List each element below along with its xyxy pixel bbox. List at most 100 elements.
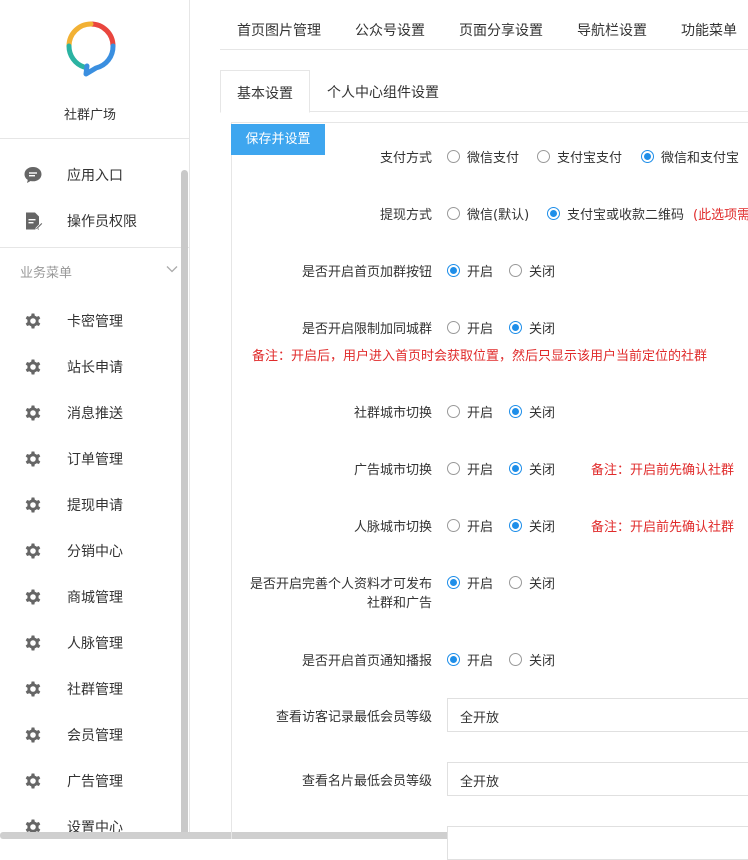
sidebar-item[interactable]: 广告管理 (0, 759, 180, 803)
label-city_limit: 是否开启限制加同城群 (301, 322, 432, 337)
radio-dot[interactable] (509, 264, 522, 277)
sidebar-item[interactable]: 卡密管理 (0, 299, 180, 343)
radio-home_notice-1[interactable]: 关闭 (509, 650, 555, 669)
radio-ad_city-1[interactable]: 关闭 (509, 459, 555, 478)
sidebar-item-label: 社群管理 (67, 682, 123, 698)
radio-pay-1[interactable]: 支付宝支付 (537, 147, 622, 166)
label-profile-required-2: 社群和广告 (366, 596, 432, 611)
radio-label: 开启 (467, 520, 494, 535)
sidebar-item-label: 订单管理 (67, 452, 123, 468)
radio-label: 关闭 (529, 577, 556, 592)
label-withdraw: 提现方式 (379, 208, 432, 223)
sidebar-item-operator-permission[interactable]: 操作员权限 (0, 199, 180, 243)
radio-label: 开启 (467, 406, 494, 421)
save-button[interactable]: 保存并设置 (231, 124, 325, 155)
radio-dot[interactable] (509, 405, 522, 418)
sidebar-item[interactable]: 会员管理 (0, 713, 180, 757)
tab-personal-center[interactable]: 个人中心组件设置 (311, 70, 455, 112)
radio-label: 开启 (467, 463, 494, 478)
radio-dot[interactable] (447, 653, 460, 666)
sidebar-item-app-entry[interactable]: 应用入口 (0, 153, 180, 197)
sidebar-item[interactable]: 商城管理 (0, 575, 180, 619)
select-card_level[interactable]: 全开放 (447, 762, 748, 796)
sidebar-item[interactable]: 提现申请 (0, 483, 180, 527)
sidebar-item[interactable]: 站长申请 (0, 345, 180, 389)
radio-dot[interactable] (447, 519, 460, 532)
radio-ad_city-0[interactable]: 开启 (447, 459, 493, 478)
nav-home-images[interactable]: 首页图片管理 (220, 10, 338, 50)
select-visitor_level[interactable]: 全开放 (447, 698, 748, 732)
radio-contact_city-1[interactable]: 关闭 (509, 516, 555, 535)
group-title: 业务菜单 (20, 266, 73, 281)
radio-dot[interactable] (547, 207, 560, 220)
sidebar-item-label: 消息推送 (67, 406, 123, 422)
vertical-scrollbar[interactable] (181, 170, 188, 839)
radio-pay-0[interactable]: 微信支付 (447, 147, 519, 166)
tab-basic-settings[interactable]: 基本设置 (220, 70, 310, 113)
radio-dot[interactable] (509, 321, 522, 334)
radio-dot[interactable] (509, 462, 522, 475)
gear-icon (22, 540, 44, 562)
radio-label: 关闭 (529, 265, 556, 280)
radio-dot[interactable] (447, 264, 460, 277)
radio-dot[interactable] (447, 207, 460, 220)
sidebar-item[interactable]: 消息推送 (0, 391, 180, 435)
radio-pay-2[interactable]: 微信和支付宝 (641, 147, 739, 166)
radio-withdraw-0[interactable]: 微信(默认) (447, 204, 529, 223)
nav-navbar-settings[interactable]: 导航栏设置 (560, 10, 664, 50)
sidebar-item-label: 商城管理 (67, 590, 123, 606)
sidebar-item-label: 广告管理 (67, 774, 123, 790)
radio-dot[interactable] (447, 462, 460, 475)
radio-dot[interactable] (447, 576, 460, 589)
radio-dot[interactable] (509, 653, 522, 666)
gear-icon (22, 402, 44, 424)
select-value: 全开放 (460, 775, 500, 790)
radio-label: 关闭 (529, 406, 556, 421)
radio-group_city-0[interactable]: 开启 (447, 402, 493, 421)
note-city_limit: 备注：开启后，用户进入首页时会获取位置，然后只显示该用户当前定位的社群 (252, 349, 708, 364)
label-visitor_level: 查看访客记录最低会员等级 (275, 710, 432, 725)
sidebar-item[interactable]: 分销中心 (0, 529, 180, 573)
sidebar-item[interactable]: 人脉管理 (0, 621, 180, 665)
sidebar-item-label: 分销中心 (67, 544, 123, 560)
radio-dot[interactable] (447, 150, 460, 163)
radio-dot[interactable] (447, 321, 460, 334)
radio-profile_required-0[interactable]: 开启 (447, 573, 493, 592)
gear-icon (22, 770, 44, 792)
radio-city_limit-0[interactable]: 开启 (447, 318, 493, 337)
radio-label: 微信支付 (467, 151, 520, 166)
nav-official-account[interactable]: 公众号设置 (338, 10, 442, 50)
radio-dot[interactable] (641, 150, 654, 163)
gear-icon (22, 494, 44, 516)
radio-dot[interactable] (447, 405, 460, 418)
sidebar-item[interactable]: 社群管理 (0, 667, 180, 711)
chat-bubble-icon (22, 164, 44, 186)
note-ad_city: 备注：开启前先确认社群 (591, 463, 735, 478)
nav-page-share[interactable]: 页面分享设置 (442, 10, 560, 50)
radio-label: 支付宝支付 (557, 151, 623, 166)
sidebar-item[interactable]: 订单管理 (0, 437, 180, 481)
sub-tabs: 基本设置 个人中心组件设置 (220, 70, 748, 113)
radio-dot[interactable] (509, 519, 522, 532)
radio-city_limit-1[interactable]: 关闭 (509, 318, 555, 337)
note-contact_city: 备注：开启前先确认社群 (591, 520, 735, 535)
label-ad_city: 广告城市切换 (353, 463, 432, 478)
radio-dot[interactable] (537, 150, 550, 163)
select-next[interactable] (447, 826, 748, 860)
radio-profile_required-1[interactable]: 关闭 (509, 573, 555, 592)
radio-contact_city-0[interactable]: 开启 (447, 516, 493, 535)
radio-withdraw-1[interactable]: 支付宝或收款二维码 (547, 204, 684, 223)
nav-function-menu[interactable]: 功能菜单 (664, 10, 748, 50)
radio-group_city-1[interactable]: 关闭 (509, 402, 555, 421)
sidebar: 社群广场 应用入口 操作员权限 业务菜单 卡密管理 站长申请 消息推送 订单管理 提现申… (0, 0, 190, 839)
radio-home_join-0[interactable]: 开启 (447, 261, 493, 280)
radio-home_join-1[interactable]: 关闭 (509, 261, 555, 280)
label-contact_city: 人脉城市切换 (353, 520, 432, 535)
chevron-down-icon[interactable] (165, 262, 179, 276)
radio-label: 微信(默认) (467, 208, 530, 223)
document-edit-icon (22, 210, 44, 232)
radio-dot[interactable] (509, 576, 522, 589)
radio-home_notice-0[interactable]: 开启 (447, 650, 493, 669)
sidebar-item-label: 站长申请 (67, 360, 123, 376)
gear-icon (22, 724, 44, 746)
